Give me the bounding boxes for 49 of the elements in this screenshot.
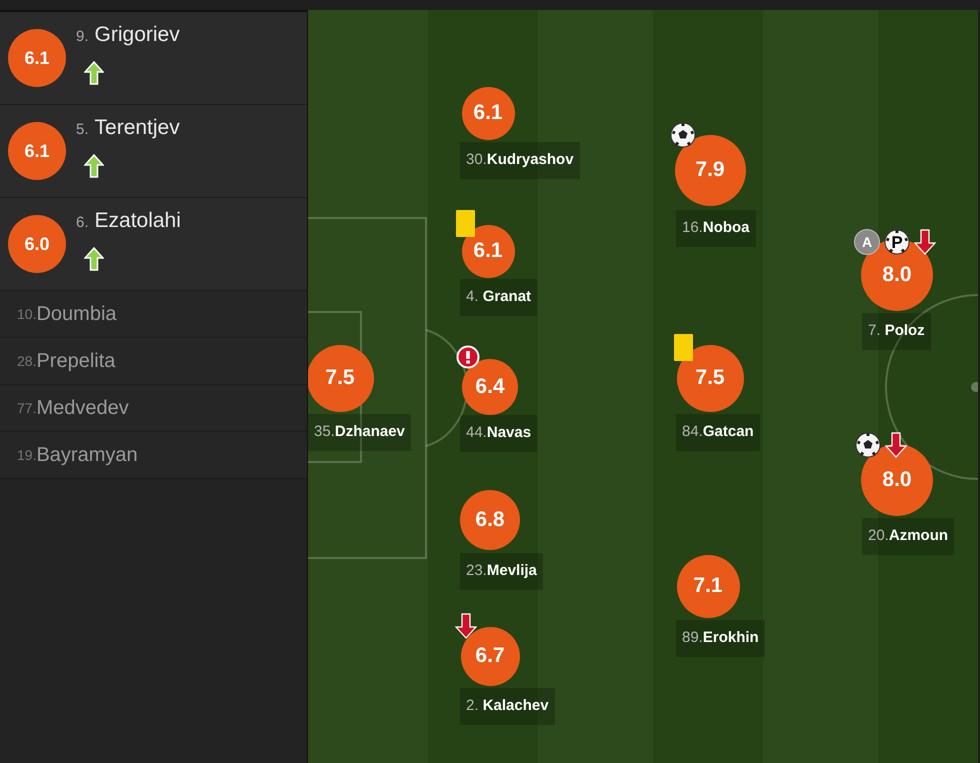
- player-number: 84.: [682, 422, 703, 442]
- player-number: 9.: [76, 27, 89, 48]
- ball-icon: [670, 122, 696, 148]
- player-name: Prepelita: [36, 349, 116, 374]
- player-number: 2.: [466, 696, 480, 716]
- player-number: 6.: [76, 213, 89, 234]
- player-name: Dzhanaev: [334, 422, 405, 442]
- player-number: 19.: [17, 446, 36, 464]
- player-name: Terentjev: [94, 115, 180, 142]
- player-name: Ezatolahi: [94, 208, 181, 234]
- player-name: Gatcan: [702, 422, 754, 442]
- player-name: Noboa: [702, 218, 750, 238]
- player-number: 7.: [868, 321, 882, 342]
- player-name: Mevlija: [486, 561, 537, 582]
- substitute-row[interactable]: 6.0 6. Ezatolahi: [0, 198, 307, 291]
- rating-badge: 6.1: [8, 29, 66, 87]
- player-number: 5.: [76, 120, 89, 140]
- player-name: Poloz: [884, 321, 925, 342]
- player-number: 20.: [868, 526, 889, 546]
- substitute-row[interactable]: 6.1 5. Terentjev: [0, 105, 307, 198]
- player-name: Grigoriev: [94, 22, 180, 48]
- player-number: 10.: [17, 304, 36, 324]
- player-number: 30.: [466, 150, 487, 170]
- player-name: Kudryashov: [486, 150, 574, 170]
- player-name: Navas: [486, 423, 532, 444]
- rating-badge: 6.1: [8, 122, 66, 180]
- arrow-down-icon: [885, 432, 907, 458]
- player-number: 28.: [17, 352, 36, 370]
- player-number: 4.: [466, 287, 480, 308]
- booking-card-icon: [456, 210, 475, 237]
- arrow-down-icon: [455, 613, 477, 639]
- player-name: Granat: [482, 287, 532, 308]
- player-name: Erokhin: [702, 628, 759, 648]
- rating-badge: 6.0: [8, 215, 66, 273]
- booking-card-icon: [674, 334, 693, 361]
- ball-icon: [855, 432, 881, 458]
- player-number: 89.: [682, 628, 703, 648]
- player-number: 16.: [682, 218, 703, 238]
- arrow-down-icon: [914, 229, 936, 255]
- player-number: 35.: [314, 422, 335, 442]
- player-name: Doumbia: [36, 302, 117, 327]
- player-number: 44.: [466, 423, 487, 444]
- player-name: Kalachev: [482, 696, 549, 716]
- player-name: Azmoun: [888, 526, 948, 546]
- player-name: Bayramyan: [36, 443, 138, 468]
- player-number: 23.: [466, 561, 487, 582]
- player-name: Medvedev: [36, 396, 129, 421]
- substitute-row[interactable]: 6.1 9. Grigoriev: [0, 12, 307, 105]
- player-number: 77.: [17, 398, 36, 418]
